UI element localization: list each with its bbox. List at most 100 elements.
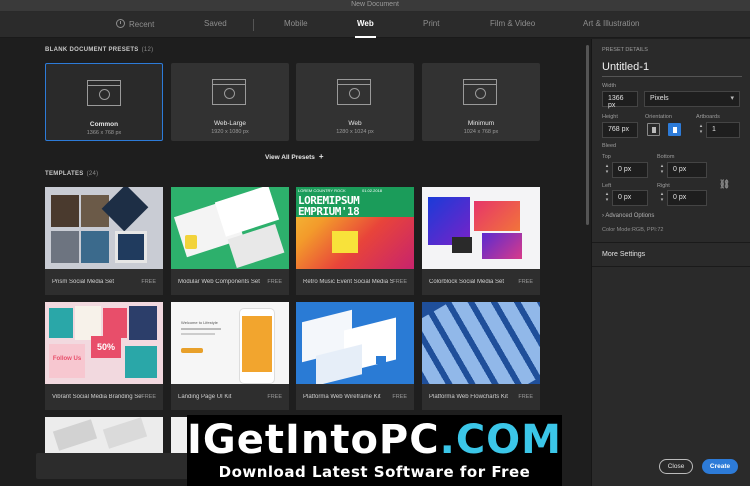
window-titlebar: New Document xyxy=(0,0,750,12)
panel-divider xyxy=(592,242,750,243)
preset-name: Minimum xyxy=(467,120,495,127)
preset-common[interactable]: Common 1366 x 768 px xyxy=(45,63,163,141)
preset-name: Web xyxy=(348,120,362,127)
landscape-orientation-button[interactable] xyxy=(668,123,681,136)
template-badge: FREE xyxy=(267,279,282,285)
template-badge: FREE xyxy=(141,279,156,285)
template-badge: FREE xyxy=(141,394,156,400)
document-name-underline xyxy=(602,76,742,77)
preset-dimensions: 1366 x 768 px xyxy=(86,130,122,136)
template-platforma-web-flowcharts[interactable]: Platforma Web Flowcharts Kit FREE xyxy=(422,302,540,410)
template-retro-music-event[interactable]: LOREM COUNTRY ROCK 01.02.2018 LOREMIPSUM… xyxy=(296,187,414,295)
advanced-options-toggle[interactable]: › Advanced Options xyxy=(602,213,654,219)
template-badge: FREE xyxy=(518,279,533,285)
template-modular-web-components[interactable]: Modular Web Components Set FREE xyxy=(171,187,289,295)
template-search-strip[interactable] xyxy=(36,453,196,479)
bleed-right-input[interactable]: 0 px xyxy=(667,190,707,206)
template-colorblock-social-media[interactable]: Colorblock Social Media Set FREE xyxy=(422,187,540,295)
preset-name: Web-Large xyxy=(213,120,247,127)
template-prism-social-media[interactable]: Prism Social Media Set FREE xyxy=(45,187,163,295)
template-thumbnail: LOREM COUNTRY ROCK 01.02.2018 LOREMIPSUM… xyxy=(296,187,414,269)
template-thumbnail xyxy=(422,302,540,384)
preset-dimensions: 1280 x 1024 px xyxy=(336,129,374,135)
left-label: Left xyxy=(602,183,612,189)
web-document-icon xyxy=(87,80,121,106)
height-label: Height xyxy=(602,114,618,120)
preset-name: Common xyxy=(89,121,119,128)
portrait-icon xyxy=(652,127,656,133)
units-select[interactable]: Pixels xyxy=(644,91,740,107)
artboards-label: Artboards xyxy=(696,114,720,120)
template-thumbnail xyxy=(296,302,414,384)
bottom-label: Bottom xyxy=(657,154,675,160)
template-badge: FREE xyxy=(267,394,282,400)
artboards-stepper[interactable]: ▴ ▾ xyxy=(698,123,704,137)
bleed-label: Bleed xyxy=(602,143,617,149)
preset-web[interactable]: Web 1280 x 1024 px xyxy=(296,63,414,141)
document-name-field[interactable]: Untitled-1 xyxy=(602,61,649,73)
right-label: Right xyxy=(657,183,670,189)
template-name: Retro Music Event Social Media Set xyxy=(303,279,393,285)
left-stepper[interactable]: ▴ ▾ xyxy=(604,191,610,205)
preset-minimum[interactable]: Minimum 1024 x 768 px xyxy=(422,63,540,141)
watermark-title: IGetIntoPC.COM xyxy=(187,417,562,463)
more-settings-button[interactable]: More Settings xyxy=(602,251,645,258)
orientation-label: Orientation xyxy=(645,114,672,120)
template-name: Modular Web Components Set xyxy=(178,279,260,285)
right-stepper[interactable]: ▴ ▾ xyxy=(659,191,665,205)
template-landing-page-ui-kit[interactable]: Welcome to Lifestyle Landing Page UI Kit… xyxy=(171,302,289,410)
height-input[interactable]: 768 px xyxy=(602,122,638,138)
tab-web[interactable]: Web xyxy=(355,19,376,38)
template-thumbnail xyxy=(45,417,163,457)
tab-art-illustration[interactable]: Art & Illustration xyxy=(583,19,639,28)
bottom-stepper[interactable]: ▴ ▾ xyxy=(659,163,665,177)
watermark-banner: IGetIntoPC.COM Download Latest Software … xyxy=(187,415,562,486)
top-stepper[interactable]: ▴ ▾ xyxy=(604,163,610,177)
template-thumbnail: 50% Follow Us xyxy=(45,302,163,384)
tab-print[interactable]: Print xyxy=(423,19,439,28)
artboards-input[interactable]: 1 xyxy=(706,122,740,138)
plus-icon: + xyxy=(318,152,324,161)
template-thumbnail xyxy=(171,187,289,269)
clock-icon xyxy=(116,19,125,28)
web-document-icon xyxy=(212,79,246,105)
template-thumbnail xyxy=(422,187,540,269)
chevron-right-icon: › xyxy=(602,213,604,219)
template-thumbnail xyxy=(45,187,163,269)
template-badge: FREE xyxy=(392,279,407,285)
tab-recent[interactable]: Recent xyxy=(116,19,154,29)
tab-film-video[interactable]: Film & Video xyxy=(490,19,535,28)
template-thumbnail: Welcome to Lifestyle xyxy=(171,302,289,384)
template-name: Platforma Web Flowcharts Kit xyxy=(429,394,508,400)
create-button[interactable]: Create xyxy=(702,459,738,474)
bleed-top-input[interactable]: 0 px xyxy=(612,162,648,178)
view-all-presets-link[interactable]: View All Presets + xyxy=(265,152,324,161)
close-button[interactable]: Close xyxy=(659,459,693,474)
template-name: Vibrant Social Media Branding Set xyxy=(52,394,142,400)
main-scrollbar[interactable] xyxy=(586,45,589,225)
template-name: Platforma Web Wireframe Kit xyxy=(303,394,381,400)
tab-mobile[interactable]: Mobile xyxy=(284,19,308,28)
preset-dimensions: 1920 x 1080 px xyxy=(211,129,249,135)
bleed-bottom-input[interactable]: 0 px xyxy=(667,162,707,178)
web-document-icon xyxy=(337,79,371,105)
template-name: Colorblock Social Media Set xyxy=(429,279,505,285)
preset-dimensions: 1024 x 768 px xyxy=(463,129,499,135)
templates-heading: TEMPLATES (24) xyxy=(45,171,99,177)
link-bleed-icon[interactable]: ⛓ xyxy=(718,178,731,191)
template-badge: FREE xyxy=(518,394,533,400)
template-partial-row[interactable] xyxy=(45,417,163,457)
window-title: New Document xyxy=(351,1,399,8)
template-platforma-web-wireframe[interactable]: Platforma Web Wireframe Kit FREE xyxy=(296,302,414,410)
template-vibrant-social-media-branding[interactable]: 50% Follow Us Vibrant Social Media Brand… xyxy=(45,302,163,410)
preset-details-heading: PRESET DETAILS xyxy=(602,47,648,53)
template-name: Landing Page UI Kit xyxy=(178,394,232,400)
width-input[interactable]: 1366 px xyxy=(602,91,638,109)
category-tabbar: Recent Saved Mobile Web Print Film & Vid… xyxy=(0,12,750,38)
bleed-left-input[interactable]: 0 px xyxy=(612,190,648,206)
blank-presets-heading: BLANK DOCUMENT PRESETS (12) xyxy=(45,47,154,53)
color-mode-info: Color Mode:RGB, PPI:72 xyxy=(602,227,664,233)
tab-saved[interactable]: Saved xyxy=(204,19,227,28)
preset-web-large[interactable]: Web-Large 1920 x 1080 px xyxy=(171,63,289,141)
portrait-orientation-button[interactable] xyxy=(647,123,660,136)
